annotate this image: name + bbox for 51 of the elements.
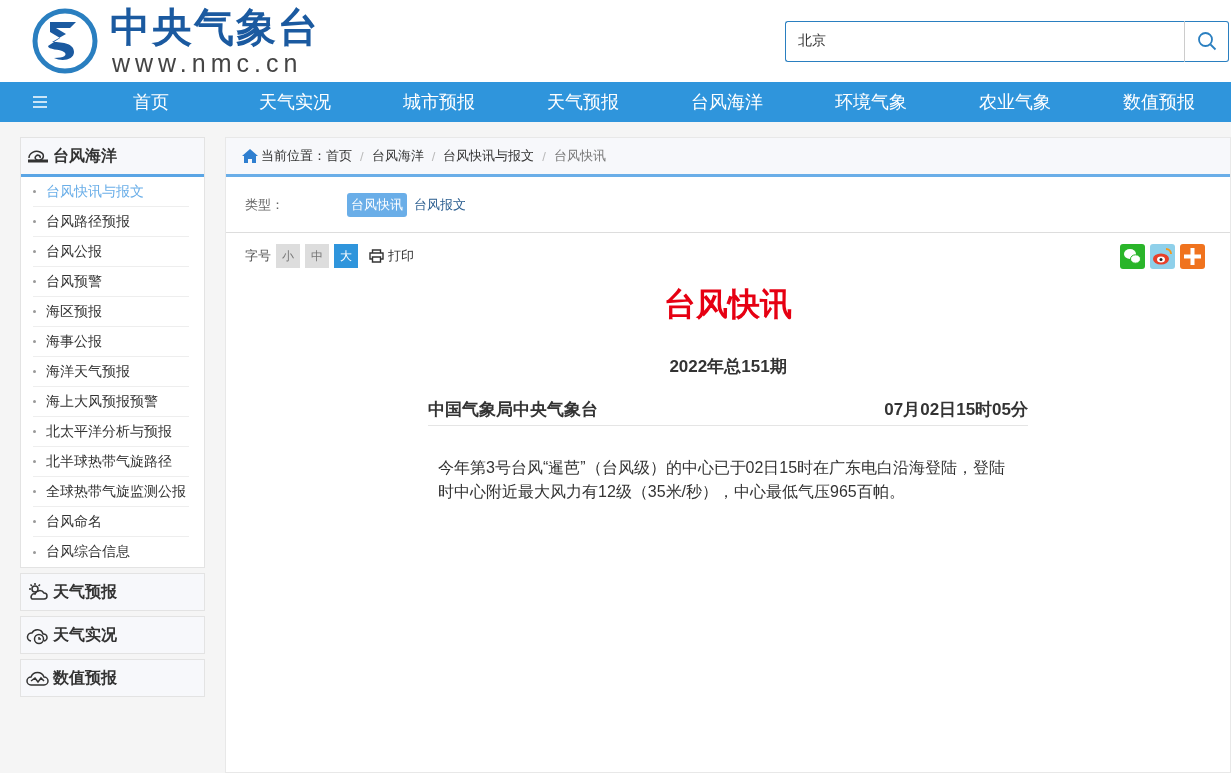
- sidebar-link[interactable]: 台风路径预报: [33, 207, 189, 237]
- plus-share-icon[interactable]: [1180, 243, 1205, 269]
- sidebar-link[interactable]: 台风预警: [33, 267, 189, 297]
- sidebar-link[interactable]: 海上大风预报预警: [33, 387, 189, 417]
- section-title: 数值预报: [53, 667, 117, 688]
- sidebar-section-header[interactable]: 数值预报: [21, 660, 204, 696]
- section-title: 天气实况: [53, 624, 117, 645]
- sidebar-section-header[interactable]: 台风海洋: [21, 138, 204, 177]
- breadcrumb-link[interactable]: 首页: [326, 147, 352, 165]
- article-body: 今年第3号台风“暹芭”（台风级）的中心已于02日15时在广东电白沿海登陆，登陆时中心附近最大风力有12级（35米/秒），中心最低气压965百帕。: [437, 458, 1007, 502]
- sidebar-link[interactable]: 台风综合信息: [33, 537, 189, 567]
- search-field[interactable]: 北京: [785, 20, 1185, 62]
- printer-icon: [369, 249, 384, 263]
- chat-share-icon[interactable]: [1120, 243, 1145, 269]
- sidebar-link[interactable]: 海事公报: [33, 327, 189, 357]
- sidebar-link[interactable]: 北半球热带气旋路径: [33, 447, 189, 477]
- sidebar-link[interactable]: 海区预报: [33, 297, 189, 327]
- search-icon: [1196, 31, 1217, 51]
- menu-icon: [31, 96, 48, 108]
- sun-cloud-icon: [26, 582, 50, 602]
- section-title: 台风海洋: [53, 145, 117, 166]
- font-size-button[interactable]: 小: [276, 244, 300, 268]
- sidebar-section-header[interactable]: 天气实况: [21, 617, 204, 653]
- breadcrumb-separator: /: [360, 148, 364, 164]
- home-icon: [242, 149, 258, 163]
- search-button[interactable]: [1185, 20, 1229, 62]
- eye-share-icon[interactable]: [1150, 243, 1175, 269]
- type-label: 类型：: [245, 195, 285, 214]
- logo-icon: [32, 8, 98, 74]
- print-button[interactable]: 打印: [369, 247, 414, 265]
- sidebar-link[interactable]: 台风公报: [33, 237, 189, 267]
- issue-number: 2022年总151期: [669, 356, 787, 378]
- sidebar-link[interactable]: 海洋天气预报: [33, 357, 189, 387]
- breadcrumb-separator: /: [431, 148, 436, 164]
- sidebar-link[interactable]: 北太平洋分析与预报: [33, 417, 189, 447]
- sidebar-link[interactable]: 台风命名: [33, 507, 189, 537]
- sidebar-section-header[interactable]: 天气预报: [21, 574, 204, 610]
- sidebar-link[interactable]: 全球热带气旋监测公报: [33, 477, 189, 507]
- breadcrumb-prefix: 当前位置：: [261, 147, 326, 165]
- type-tag[interactable]: 台风报文: [410, 192, 470, 217]
- breadcrumb-link[interactable]: 台风快讯与报文: [443, 147, 535, 165]
- breadcrumb-link[interactable]: 台风海洋: [371, 147, 424, 165]
- breadcrumb-separator: /: [542, 148, 546, 164]
- site-url: www.nmc.cn: [112, 49, 304, 77]
- font-size-label: 字号: [245, 247, 271, 265]
- article-time: 07月02日15时05分: [884, 399, 1028, 421]
- breadcrumb-link[interactable]: 台风快讯: [553, 147, 606, 165]
- article-title: 台风快讯: [664, 285, 792, 324]
- section-title: 天气预报: [53, 581, 117, 602]
- article-source: 中国气象局中央气象台: [428, 399, 598, 421]
- site-title: 中央气象台: [110, 5, 320, 49]
